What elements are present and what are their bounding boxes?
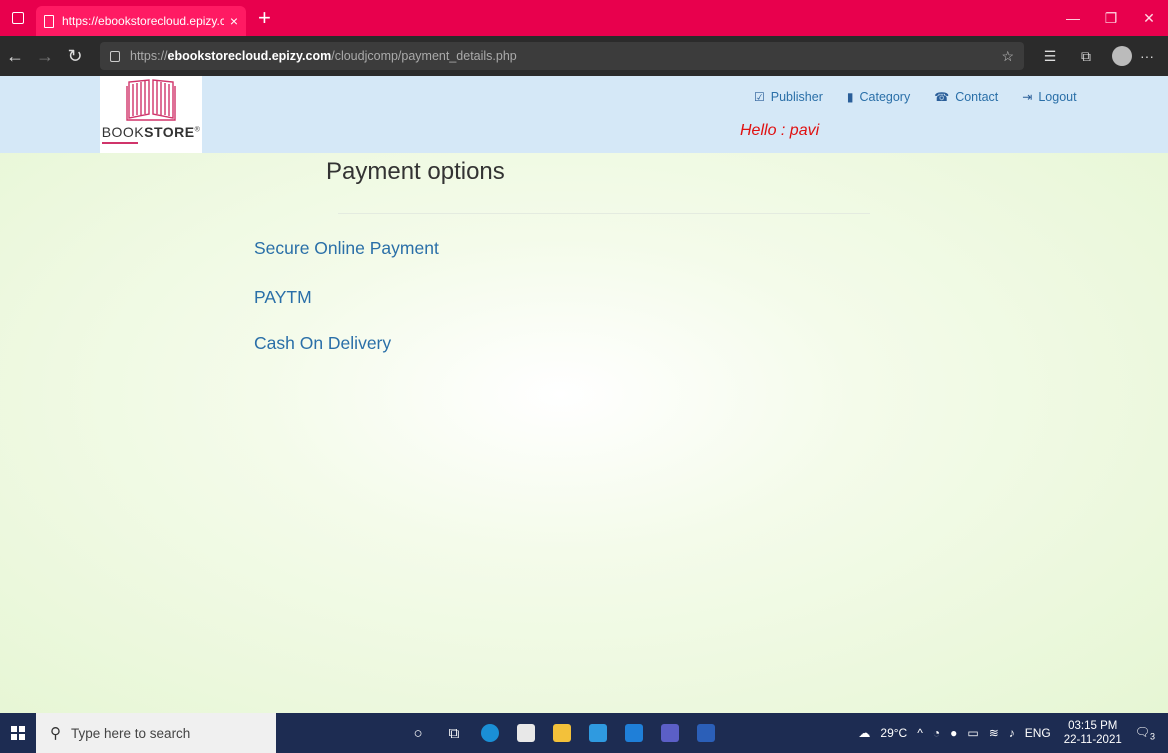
page-body: BOOKSTORE® ☑ Publisher ▮ Category ☎ Cont…: [0, 76, 1168, 713]
check-square-icon: ☑: [754, 90, 765, 104]
favorites-icon[interactable]: ☰: [1032, 48, 1068, 65]
mic-icon[interactable]: ●: [950, 726, 957, 740]
url-input[interactable]: https://ebookstorecloud.epizy.com/cloudj…: [100, 42, 1024, 70]
system-tray: ☁ 29°C ^ ◔ ● ▭ ≋ ♪ ENG 03:15 PM 22-11-20…: [853, 719, 1168, 748]
url-prefix: https://: [130, 49, 168, 63]
windows-icon: [11, 726, 25, 740]
page-icon: [44, 14, 54, 28]
nav-publisher[interactable]: ☑ Publisher: [754, 90, 823, 104]
restore-icon[interactable]: ❐: [1092, 10, 1130, 27]
page-title: Payment options: [326, 158, 505, 185]
option-secure-online-payment[interactable]: Secure Online Payment: [254, 238, 439, 259]
store-icon[interactable]: [508, 724, 544, 742]
nav-logout[interactable]: ⇥ Logout: [1022, 90, 1076, 104]
top-navigation: ☑ Publisher ▮ Category ☎ Contact ⇥ Logou…: [754, 90, 1101, 104]
minimize-icon[interactable]: —: [1054, 10, 1092, 27]
nav-contact[interactable]: ☎ Contact: [934, 90, 998, 104]
new-tab-button[interactable]: +: [258, 7, 271, 29]
url-path: /cloudjcomp/payment_details.php: [331, 49, 517, 63]
logo-wordmark: BOOKSTORE®: [101, 124, 201, 144]
network-icon[interactable]: ◔: [933, 726, 940, 740]
refresh-icon[interactable]: ↻: [60, 46, 90, 67]
tab-title: https://ebookstorecloud.epizy.co: [62, 14, 224, 28]
more-menu-icon[interactable]: ···: [1140, 48, 1154, 64]
site-info-icon[interactable]: [110, 50, 120, 62]
task-view-icon[interactable]: ⧉: [436, 725, 472, 742]
chevron-up-icon[interactable]: ^: [917, 726, 923, 740]
collections-icon[interactable]: ⧉: [1068, 48, 1104, 65]
bookstore-logo[interactable]: BOOKSTORE®: [100, 76, 202, 153]
volume-icon[interactable]: ♪: [1009, 726, 1015, 740]
option-cash-on-delivery[interactable]: Cash On Delivery: [254, 333, 391, 354]
wifi-icon[interactable]: ≋: [989, 726, 999, 740]
language-indicator[interactable]: ENG: [1025, 726, 1051, 740]
nav-category[interactable]: ▮ Category: [847, 90, 910, 104]
phone-icon: ☎: [934, 90, 950, 104]
browser-title-bar: https://ebookstorecloud.epizy.co × + — ❐…: [0, 0, 1168, 36]
divider: [338, 213, 870, 214]
site-header: BOOKSTORE® ☑ Publisher ▮ Category ☎ Cont…: [0, 76, 1168, 153]
weather-icon[interactable]: ☁: [858, 726, 870, 740]
notifications-icon[interactable]: 🗨3: [1135, 725, 1155, 741]
edge-icon[interactable]: [472, 724, 508, 742]
windows-taskbar: ⚲ Type here to search ○ ⧉ ☁ 29°C ^ ◔ ● ▭…: [0, 713, 1168, 753]
book-logo-icon: [126, 79, 176, 121]
l-app-icon[interactable]: [616, 724, 652, 742]
battery-icon[interactable]: ▭: [967, 726, 978, 740]
browser-tab[interactable]: https://ebookstorecloud.epizy.co ×: [36, 6, 246, 36]
teams-icon[interactable]: [652, 724, 688, 742]
favorite-star-icon[interactable]: ☆: [1001, 48, 1014, 65]
forward-icon[interactable]: →: [30, 46, 60, 67]
search-placeholder: Type here to search: [71, 725, 191, 741]
option-paytm[interactable]: PAYTM: [254, 287, 312, 308]
weather-temp[interactable]: 29°C: [880, 726, 907, 740]
book-icon: ▮: [846, 90, 854, 104]
user-greeting: Hello : pavi: [740, 122, 820, 139]
mail-icon[interactable]: [580, 724, 616, 742]
back-icon[interactable]: ←: [0, 46, 30, 67]
cortana-icon[interactable]: ○: [400, 725, 436, 742]
profile-avatar[interactable]: [1112, 46, 1132, 66]
close-window-icon[interactable]: ✕: [1130, 10, 1168, 27]
tab-actions-icon[interactable]: [0, 0, 36, 36]
clock[interactable]: 03:15 PM 22-11-2021: [1064, 719, 1122, 748]
taskbar-search[interactable]: ⚲ Type here to search: [36, 713, 276, 753]
address-bar-row: ← → ↻ https://ebookstorecloud.epizy.com /…: [0, 36, 1168, 76]
url-host: ebookstorecloud.epizy.com: [167, 49, 332, 63]
file-explorer-icon[interactable]: [544, 724, 580, 742]
word-icon[interactable]: [688, 724, 724, 742]
logout-icon: ⇥: [1022, 90, 1033, 104]
start-button[interactable]: [0, 726, 36, 740]
search-icon: ⚲: [50, 725, 61, 742]
tab-close-icon[interactable]: ×: [230, 13, 238, 29]
